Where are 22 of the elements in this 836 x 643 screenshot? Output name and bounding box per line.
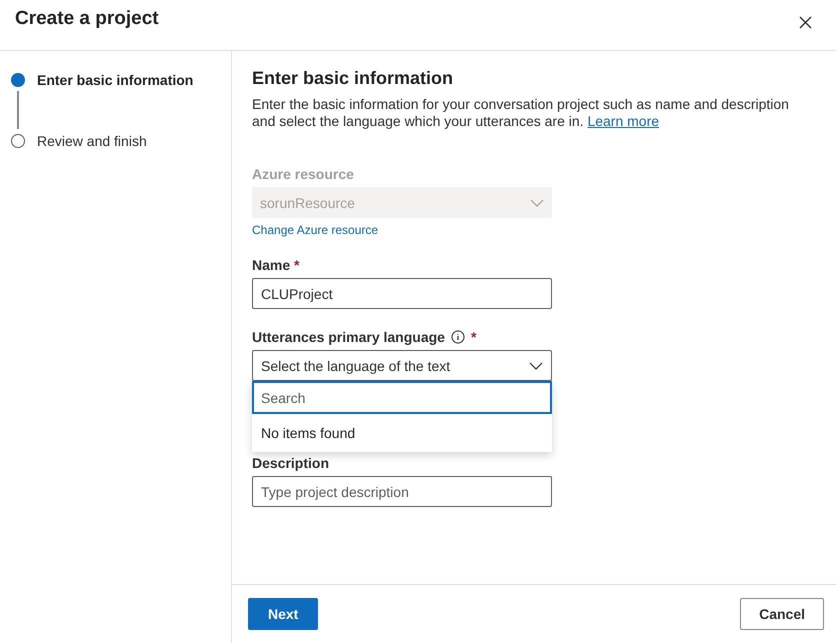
learn-more-link[interactable]: Learn more [587, 113, 660, 129]
description-input[interactable]: Type project description [252, 476, 552, 507]
field-label: Name * [252, 257, 300, 273]
required-mark: * [470, 329, 476, 345]
close-icon [799, 16, 812, 29]
cancel-button[interactable]: Cancel [740, 598, 824, 630]
field-label: Description [252, 455, 330, 471]
chevron-down-icon [529, 362, 543, 370]
field-label: Azure resource [252, 166, 354, 182]
section-heading: Enter basic information [252, 68, 454, 89]
next-button[interactable]: Next [248, 598, 318, 630]
step-label[interactable]: Enter basic information [37, 72, 194, 88]
chevron-down-icon [530, 198, 544, 206]
name-input[interactable]: CLUProject [252, 278, 552, 309]
step-label[interactable]: Review and finish [37, 133, 147, 149]
info-icon[interactable] [450, 330, 465, 344]
language-dropdown[interactable]: Select the language of the text [252, 350, 552, 381]
search-field[interactable]: Search [252, 381, 552, 414]
section-description: Enter the basic information for your conversation project such as name and description and select the language which your utterances are in. Learn more [252, 96, 790, 130]
field-label: Utterances primary language [252, 329, 445, 345]
empty-message: No items found [260, 424, 356, 443]
dialog-title: Create a project [15, 8, 159, 30]
